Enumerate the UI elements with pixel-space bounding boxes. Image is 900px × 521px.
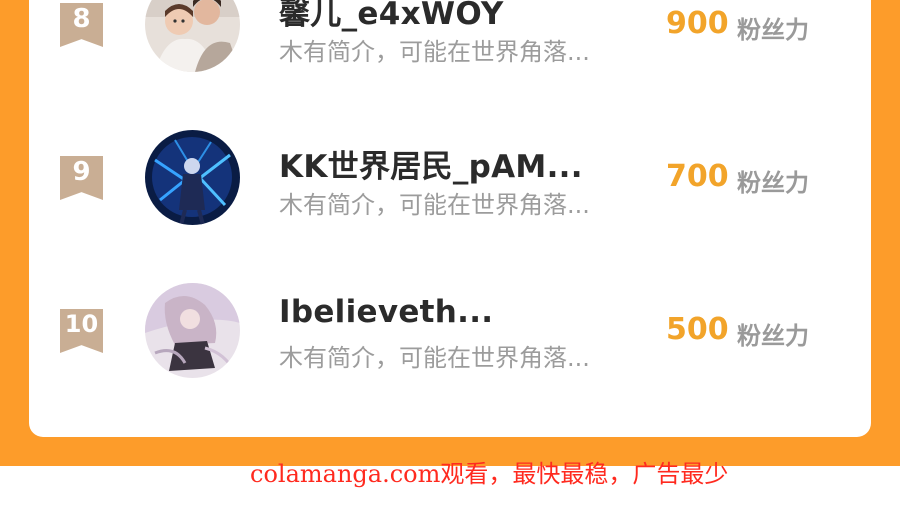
fans-value: 700 xyxy=(666,159,729,194)
rank-badge: 9 xyxy=(60,156,103,200)
user-name[interactable]: 馨儿_e4xWOY xyxy=(279,0,504,33)
user-intro: 木有简介，可能在世界角落... xyxy=(279,191,590,219)
fans-unit: 粉丝力 xyxy=(737,169,809,197)
rank-badge: 10 xyxy=(60,309,103,353)
watermark-text: colamanga.com观看，最快最稳，广告最少 xyxy=(250,460,729,488)
avatar-photo-anime-blue xyxy=(145,130,240,225)
ranking-row[interactable]: 10 Ibelieveth... 木有简介，可能在世界角落... 500 粉丝力 xyxy=(29,273,871,393)
avatar-photo-family xyxy=(145,0,240,72)
ranking-card: 8 馨儿_e4xWOY 木有简介，可能在世界角落... 900 粉丝力 9 KK… xyxy=(29,0,871,437)
fans-value: 900 xyxy=(666,6,729,41)
user-name[interactable]: Ibelieveth... xyxy=(279,294,493,330)
fans-value: 500 xyxy=(666,312,729,347)
avatar[interactable] xyxy=(145,283,240,378)
ranking-row[interactable]: 9 KK世界居民_pAM... 木有简介，可能在世界角落... 700 粉丝力 xyxy=(29,120,871,240)
user-name[interactable]: KK世界居民_pAM... xyxy=(279,141,583,186)
avatar-photo-anime-pastel xyxy=(145,283,240,378)
fans-unit: 粉丝力 xyxy=(737,16,809,44)
user-intro: 木有简介，可能在世界角落... xyxy=(279,38,590,66)
ranking-row[interactable]: 8 馨儿_e4xWOY 木有简介，可能在世界角落... 900 粉丝力 xyxy=(29,0,871,90)
user-intro: 木有简介，可能在世界角落... xyxy=(279,344,590,372)
avatar[interactable] xyxy=(145,0,240,72)
rank-badge: 8 xyxy=(60,3,103,47)
avatar[interactable] xyxy=(145,130,240,225)
fans-unit: 粉丝力 xyxy=(737,322,809,350)
